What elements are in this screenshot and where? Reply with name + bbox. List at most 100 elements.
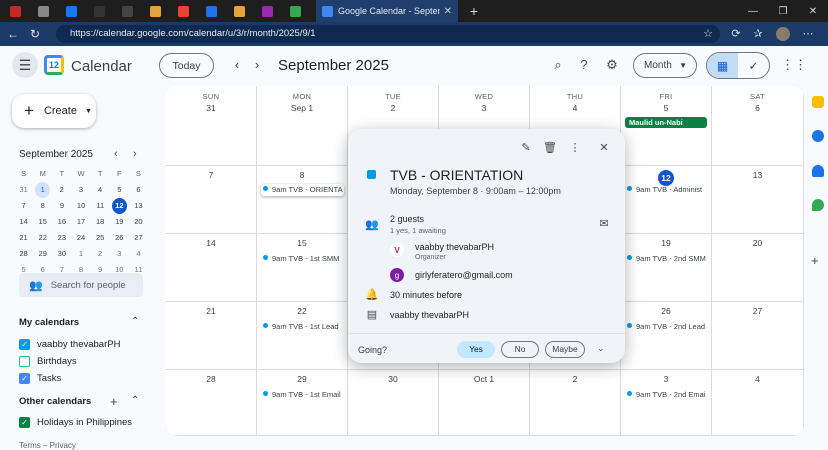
mini-day[interactable]: 27: [129, 230, 148, 246]
day-cell[interactable]: 13: [712, 166, 804, 234]
day-cell[interactable]: MON Sep 1: [257, 86, 348, 166]
pinned-tab[interactable]: [284, 2, 306, 20]
extension-icon[interactable]: ⟳: [728, 27, 744, 40]
event-chip[interactable]: 9am TVB - 1st Email: [261, 389, 344, 401]
bookmark-star-icon[interactable]: ☆: [700, 27, 716, 40]
rsvp-yes-button[interactable]: Yes: [457, 341, 495, 358]
day-number[interactable]: 3: [621, 374, 711, 384]
main-menu-icon[interactable]: ☰: [12, 52, 38, 78]
day-number[interactable]: Sep 1: [257, 103, 347, 113]
profile-avatar[interactable]: [776, 27, 790, 41]
mini-day[interactable]: 12: [111, 198, 127, 214]
event-chip[interactable]: 9am TVB - 2nd SMM: [625, 253, 708, 265]
other-calendars-title[interactable]: Other calendars: [19, 396, 91, 407]
keep-icon[interactable]: [812, 96, 824, 108]
new-tab-button[interactable]: +: [466, 3, 482, 19]
day-cell[interactable]: 14: [166, 234, 257, 302]
today-button[interactable]: Today: [159, 53, 214, 78]
next-period-icon[interactable]: ›: [250, 57, 264, 72]
mini-day[interactable]: 13: [129, 198, 148, 214]
tasks-view-icon[interactable]: ✓: [738, 53, 769, 78]
day-number[interactable]: 29: [257, 374, 347, 384]
day-cell[interactable]: 26: [621, 302, 712, 370]
rsvp-maybe-button[interactable]: Maybe: [545, 341, 585, 358]
browser-menu-icon[interactable]: ⋯: [800, 27, 816, 40]
edit-pencil-icon[interactable]: ✎: [518, 141, 534, 154]
pinned-tab[interactable]: [256, 2, 278, 20]
help-icon[interactable]: ?: [576, 57, 592, 72]
day-number[interactable]: 2: [348, 103, 438, 113]
mini-prev-icon[interactable]: ‹: [114, 148, 118, 160]
day-cell[interactable]: 29: [257, 370, 348, 436]
mini-day[interactable]: 29: [33, 246, 52, 262]
close-tab-icon[interactable]: ✕: [444, 6, 452, 17]
mini-day[interactable]: 11: [91, 198, 110, 214]
day-number[interactable]: 8: [257, 170, 347, 180]
mini-day[interactable]: 3: [71, 182, 90, 198]
day-number[interactable]: 20: [712, 238, 803, 248]
my-calendars-title[interactable]: My calendars: [19, 317, 79, 328]
day-cell[interactable]: 27: [712, 302, 804, 370]
mini-day[interactable]: 18: [91, 214, 110, 230]
day-cell[interactable]: 28: [166, 370, 257, 436]
collapse-icon[interactable]: ⌃: [131, 395, 139, 406]
more-options-icon[interactable]: ⋮: [567, 141, 583, 154]
day-number[interactable]: 4: [530, 103, 620, 113]
mini-day[interactable]: 10: [72, 198, 91, 214]
delete-trash-icon[interactable]: 🗑: [542, 141, 558, 154]
mini-day[interactable]: 23: [52, 230, 71, 246]
footer-links[interactable]: Terms – Privacy: [19, 441, 76, 450]
mini-day[interactable]: 2: [52, 182, 71, 198]
day-number[interactable]: 26: [621, 306, 711, 316]
mini-day[interactable]: 1: [35, 182, 51, 198]
pinned-tab[interactable]: [4, 2, 26, 20]
day-number[interactable]: 7: [166, 170, 256, 180]
day-cell[interactable]: 21: [166, 302, 257, 370]
mini-day[interactable]: 31: [14, 182, 33, 198]
day-cell[interactable]: Oct 1: [439, 370, 530, 436]
pinned-tab[interactable]: [88, 2, 110, 20]
email-guests-icon[interactable]: ✉: [596, 217, 612, 230]
rsvp-options-chevron-icon[interactable]: ⌄: [597, 343, 605, 354]
day-cell[interactable]: 19: [621, 234, 712, 302]
favorites-icon[interactable]: ✰: [750, 27, 766, 40]
rsvp-no-button[interactable]: No: [501, 341, 539, 358]
day-number[interactable]: 4: [712, 374, 803, 384]
address-bar[interactable]: https://calendar.google.com/calendar/u/3…: [56, 25, 720, 43]
event-chip[interactable]: 9am TVB - 2nd Emai: [625, 389, 708, 401]
day-cell[interactable]: 7: [166, 166, 257, 234]
mini-day[interactable]: 14: [14, 214, 33, 230]
day-number[interactable]: 15: [257, 238, 347, 248]
day-cell[interactable]: 8: [257, 166, 348, 234]
view-selector[interactable]: Month ▼: [633, 53, 697, 78]
mini-day[interactable]: 25: [91, 230, 110, 246]
maximize-button[interactable]: ❐: [768, 0, 798, 22]
mini-day[interactable]: 4: [129, 246, 148, 262]
day-cell[interactable]: 15: [257, 234, 348, 302]
mini-day[interactable]: 9: [52, 198, 71, 214]
previous-period-icon[interactable]: ‹: [230, 57, 244, 72]
calendar-view-icon[interactable]: ▦: [707, 53, 738, 78]
day-cell[interactable]: 3: [621, 370, 712, 436]
mini-next-icon[interactable]: ›: [133, 148, 137, 160]
search-people-input[interactable]: 👥 Search for people: [19, 273, 143, 297]
calendar-checkbox[interactable]: ✓: [19, 339, 30, 350]
calendar-list-item[interactable]: ✓ vaabby thevabarPH: [19, 339, 120, 350]
reload-icon[interactable]: ↻: [26, 27, 44, 41]
day-cell[interactable]: 22: [257, 302, 348, 370]
mini-day[interactable]: 6: [129, 182, 148, 198]
mini-day[interactable]: 28: [14, 246, 33, 262]
mini-day[interactable]: 17: [71, 214, 90, 230]
day-cell[interactable]: 4: [712, 370, 804, 436]
day-number[interactable]: 31: [166, 103, 256, 113]
day-number[interactable]: 22: [257, 306, 347, 316]
mini-day[interactable]: 24: [71, 230, 90, 246]
day-number[interactable]: 5: [621, 103, 711, 113]
event-chip[interactable]: 9am TVB - 2nd Lead: [625, 321, 708, 333]
calendar-list-item[interactable]: Birthdays: [19, 356, 77, 367]
tasks-icon[interactable]: [812, 130, 824, 142]
mini-day[interactable]: 19: [110, 214, 129, 230]
day-cell[interactable]: 20: [712, 234, 804, 302]
guest-email[interactable]: girlyferatero@gmail.com: [415, 270, 513, 280]
holiday-event-chip[interactable]: Maulid un-Nabi: [625, 117, 707, 128]
